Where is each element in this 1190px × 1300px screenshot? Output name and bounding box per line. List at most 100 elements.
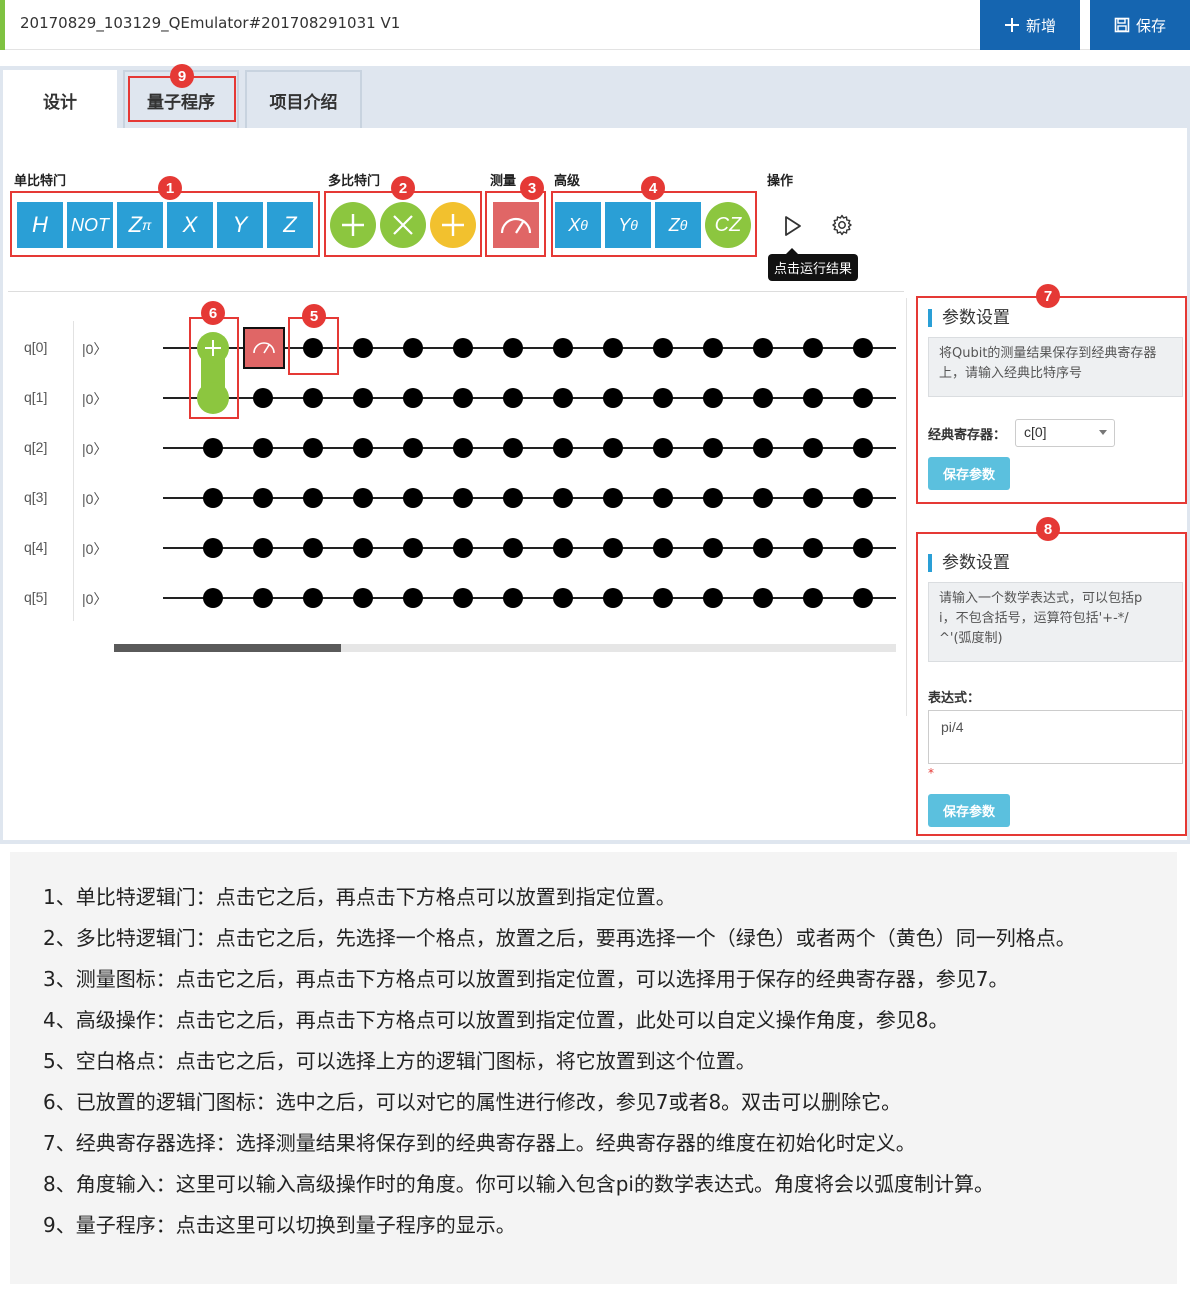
empty-grid-point[interactable] <box>503 538 523 558</box>
empty-grid-point[interactable] <box>553 588 573 608</box>
empty-grid-point[interactable] <box>553 488 573 508</box>
empty-grid-point[interactable] <box>603 538 623 558</box>
empty-grid-point[interactable] <box>703 438 723 458</box>
empty-grid-point[interactable] <box>253 488 273 508</box>
empty-grid-point[interactable] <box>653 388 673 408</box>
empty-grid-point[interactable] <box>303 588 323 608</box>
empty-grid-point[interactable] <box>753 588 773 608</box>
empty-grid-point[interactable] <box>803 338 823 358</box>
empty-grid-point[interactable] <box>753 438 773 458</box>
empty-grid-point[interactable] <box>803 438 823 458</box>
empty-grid-point[interactable] <box>703 588 723 608</box>
empty-grid-point[interactable] <box>303 488 323 508</box>
empty-grid-point[interactable] <box>703 338 723 358</box>
empty-grid-point[interactable] <box>453 588 473 608</box>
empty-grid-point[interactable] <box>403 488 423 508</box>
empty-grid-point[interactable] <box>353 488 373 508</box>
empty-grid-point[interactable] <box>453 338 473 358</box>
empty-grid-point[interactable] <box>603 488 623 508</box>
empty-grid-point[interactable] <box>203 438 223 458</box>
empty-grid-point[interactable] <box>403 588 423 608</box>
empty-grid-point[interactable] <box>503 388 523 408</box>
expression-input[interactable]: pi/4 <box>928 710 1183 764</box>
empty-grid-point[interactable] <box>453 538 473 558</box>
empty-grid-point[interactable] <box>853 538 873 558</box>
empty-grid-point[interactable] <box>553 338 573 358</box>
empty-grid-point[interactable] <box>853 588 873 608</box>
tab-design[interactable]: 设计 <box>3 70 117 128</box>
empty-grid-point[interactable] <box>303 538 323 558</box>
empty-grid-point[interactable] <box>553 388 573 408</box>
save-params-button-2[interactable]: 保存参数 <box>928 794 1010 827</box>
empty-grid-point[interactable] <box>703 388 723 408</box>
empty-grid-point[interactable] <box>753 538 773 558</box>
empty-grid-point[interactable] <box>653 338 673 358</box>
empty-grid-point[interactable] <box>403 438 423 458</box>
empty-grid-point[interactable] <box>803 588 823 608</box>
param-desc-2-line3: ^'(弧度制) <box>939 631 1003 646</box>
add-button-label: 新增 <box>1025 16 1056 35</box>
empty-grid-point[interactable] <box>503 338 523 358</box>
empty-grid-point[interactable] <box>553 538 573 558</box>
empty-grid-point[interactable] <box>653 438 673 458</box>
empty-grid-point[interactable] <box>803 538 823 558</box>
empty-grid-point[interactable] <box>203 538 223 558</box>
register-select-value: c[0] <box>1024 424 1047 440</box>
empty-grid-point[interactable] <box>353 538 373 558</box>
initial-state: |0〉 <box>82 341 108 357</box>
empty-grid-point[interactable] <box>303 388 323 408</box>
empty-grid-point[interactable] <box>353 338 373 358</box>
empty-grid-point[interactable] <box>453 438 473 458</box>
empty-grid-point[interactable] <box>603 438 623 458</box>
empty-grid-point[interactable] <box>703 488 723 508</box>
empty-grid-point[interactable] <box>253 538 273 558</box>
save-button[interactable]: 保存 <box>1090 0 1190 50</box>
empty-grid-point[interactable] <box>703 538 723 558</box>
empty-grid-point[interactable] <box>853 438 873 458</box>
empty-grid-point[interactable] <box>253 588 273 608</box>
add-button[interactable]: 新增 <box>980 0 1080 50</box>
empty-grid-point[interactable] <box>653 538 673 558</box>
param-desc-1-line2: 上，请输入经典比特序号 <box>939 366 1083 381</box>
placed-measure-gate[interactable] <box>243 327 285 369</box>
empty-grid-point[interactable] <box>603 588 623 608</box>
empty-grid-point[interactable] <box>253 388 273 408</box>
empty-grid-point[interactable] <box>753 338 773 358</box>
empty-grid-point[interactable] <box>353 588 373 608</box>
empty-grid-point[interactable] <box>503 488 523 508</box>
empty-grid-point[interactable] <box>853 388 873 408</box>
empty-grid-point[interactable] <box>503 588 523 608</box>
save-params-button-1[interactable]: 保存参数 <box>928 457 1010 490</box>
empty-grid-point[interactable] <box>603 388 623 408</box>
empty-grid-point[interactable] <box>403 388 423 408</box>
empty-grid-point[interactable] <box>753 488 773 508</box>
empty-grid-point[interactable] <box>453 488 473 508</box>
empty-grid-point[interactable] <box>853 338 873 358</box>
empty-grid-point[interactable] <box>603 338 623 358</box>
empty-grid-point[interactable] <box>253 438 273 458</box>
empty-grid-point[interactable] <box>803 388 823 408</box>
horizontal-scrollbar[interactable] <box>114 644 896 652</box>
empty-grid-point[interactable] <box>203 588 223 608</box>
empty-grid-point[interactable] <box>303 438 323 458</box>
empty-grid-point[interactable] <box>453 388 473 408</box>
register-select[interactable]: c[0] <box>1015 419 1115 447</box>
empty-grid-point[interactable] <box>803 488 823 508</box>
note-item: 7、经典寄存器选择：选择测量结果将保存到的经典寄存器上。经典寄存器的维度在初始化… <box>43 1131 916 1155</box>
circuit-grid[interactable] <box>3 128 903 668</box>
empty-grid-point[interactable] <box>853 488 873 508</box>
empty-grid-point[interactable] <box>553 438 573 458</box>
empty-grid-point[interactable] <box>203 488 223 508</box>
empty-grid-point[interactable] <box>653 488 673 508</box>
scrollbar-thumb[interactable] <box>114 644 341 652</box>
empty-grid-point[interactable] <box>403 338 423 358</box>
empty-grid-point[interactable] <box>653 588 673 608</box>
tab-project-intro[interactable]: 项目介绍 <box>245 70 362 128</box>
note-item: 2、多比特逻辑门：点击它之后，先选择一个格点，放置之后，要再选择一个（绿色）或者… <box>43 926 1076 950</box>
empty-grid-point[interactable] <box>403 538 423 558</box>
empty-grid-point[interactable] <box>353 388 373 408</box>
empty-grid-point[interactable] <box>353 438 373 458</box>
empty-grid-point[interactable] <box>753 388 773 408</box>
empty-grid-point[interactable] <box>503 438 523 458</box>
param-desc-1-line1: 将Qubit的测量结果保存到经典寄存器 <box>939 346 1157 361</box>
